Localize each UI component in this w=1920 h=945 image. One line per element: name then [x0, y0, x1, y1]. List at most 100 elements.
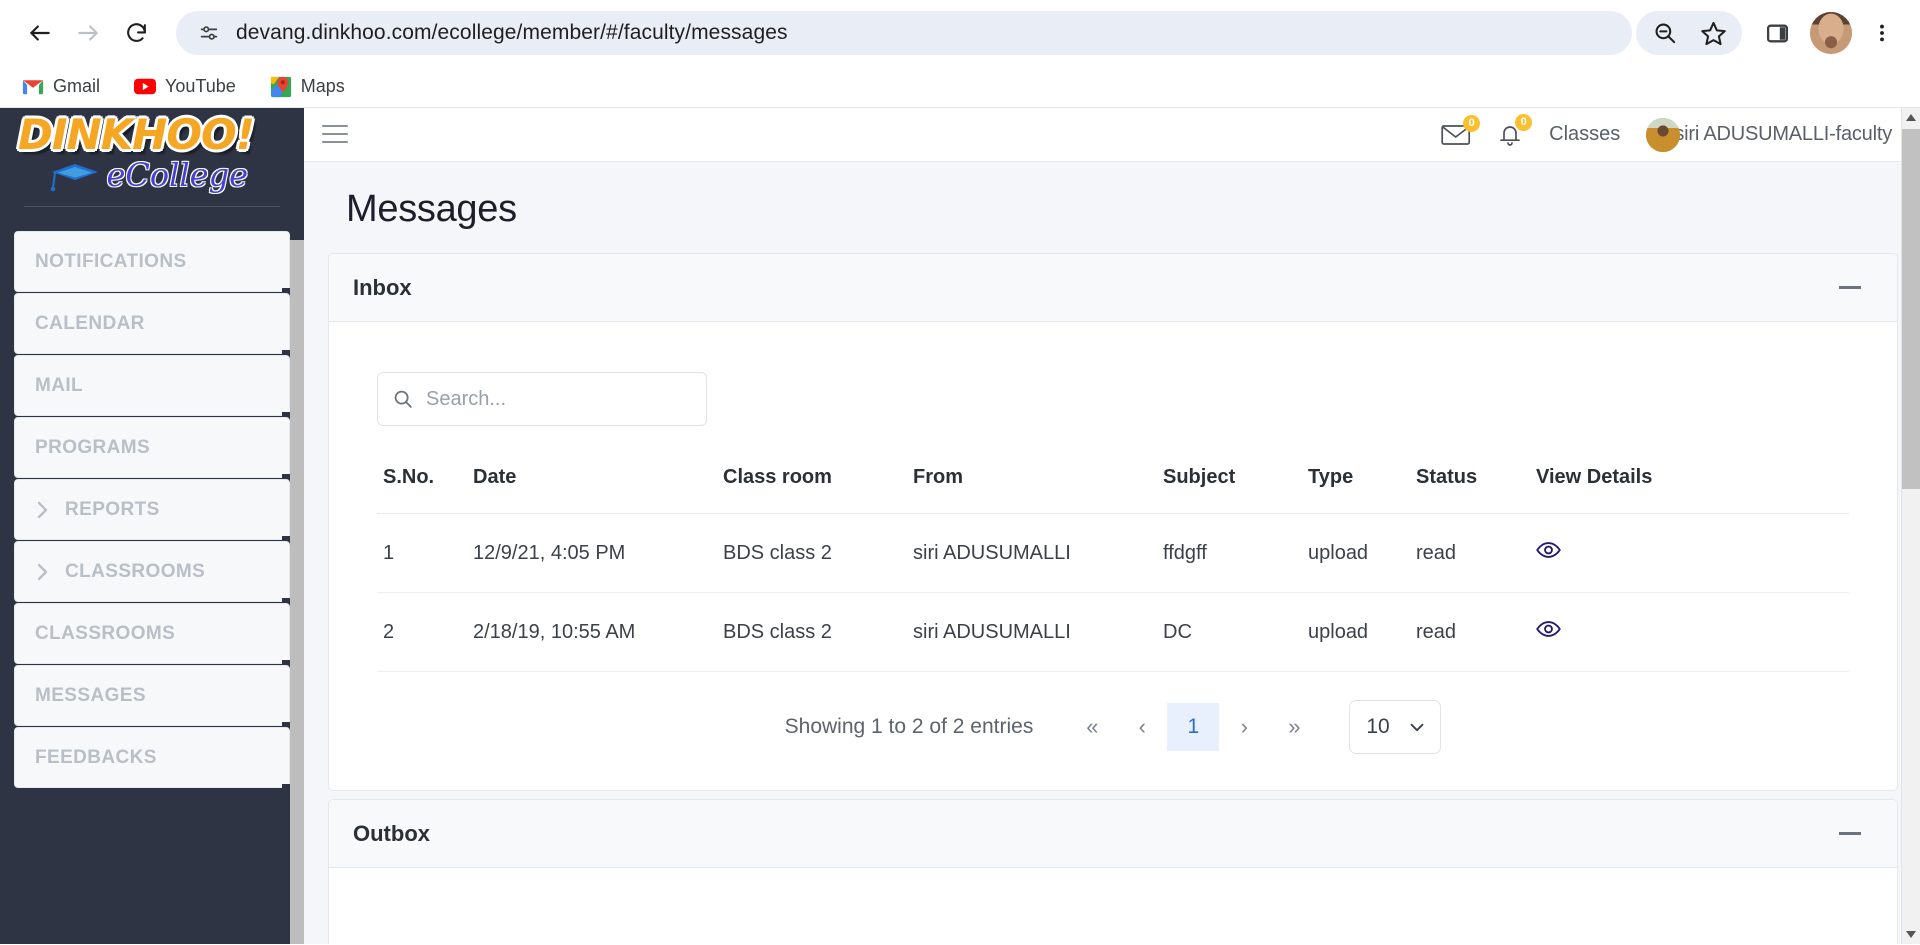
- app-header: 0 0 Classes siri ADUSUMALLI-faculty: [304, 108, 1920, 162]
- user-menu[interactable]: siri ADUSUMALLI-faculty: [1646, 117, 1892, 152]
- url-text: devang.dinkhoo.com/ecollege/member/#/fac…: [236, 21, 788, 44]
- inbox-collapse-button[interactable]: [1837, 275, 1863, 301]
- outbox-title: Outbox: [353, 820, 430, 846]
- cell-classroom: BDS class 2: [717, 513, 907, 593]
- sidebar-item-label: MAIL: [35, 374, 84, 396]
- bookmark-maps[interactable]: Maps: [264, 73, 351, 101]
- sidebar: DINKHOO! eCollege NOTIFICATIONS CALENDAR: [0, 108, 304, 944]
- reload-button[interactable]: [114, 11, 158, 55]
- column-header-from[interactable]: From: [907, 452, 1157, 514]
- pagination-first-button[interactable]: «: [1067, 703, 1117, 751]
- bookmark-gmail[interactable]: Gmail: [16, 73, 106, 101]
- pagination-info: Showing 1 to 2 of 2 entries: [784, 715, 1034, 738]
- sidebar-item-calendar[interactable]: CALENDAR: [14, 293, 295, 356]
- pagination-next-button[interactable]: ›: [1219, 703, 1269, 751]
- youtube-icon: [134, 76, 157, 98]
- page-scroll-area: Messages Inbox Search... S.No. Date Clas…: [304, 162, 1920, 944]
- classes-link[interactable]: Classes: [1549, 123, 1620, 146]
- inbox-table: S.No. Date Class room From Subject Type …: [377, 452, 1849, 672]
- brand-logo-area[interactable]: DINKHOO! eCollege: [0, 108, 304, 221]
- page-size-value: 10: [1366, 715, 1390, 738]
- avatar: [1646, 117, 1681, 152]
- graduation-cap-icon: [51, 164, 99, 192]
- view-details-button[interactable]: [1536, 540, 1561, 560]
- sidebar-item-mail[interactable]: MAIL: [14, 355, 295, 418]
- messages-icon-button[interactable]: 0: [1441, 114, 1481, 147]
- sidebar-item-label: REPORTS: [65, 498, 160, 520]
- page-title: Messages: [346, 188, 517, 230]
- chevron-down-icon: [1410, 723, 1424, 732]
- page-scrollbar[interactable]: [1901, 108, 1920, 944]
- sidebar-item-messages[interactable]: MESSAGES: [14, 665, 295, 728]
- sidebar-item-classrooms-expandable[interactable]: CLASSROOMS: [14, 541, 295, 604]
- column-header-type[interactable]: Type: [1302, 452, 1410, 514]
- zoom-out-button[interactable]: [1642, 11, 1688, 55]
- sidebar-item-notifications[interactable]: NOTIFICATIONS: [14, 231, 295, 294]
- address-bar[interactable]: devang.dinkhoo.com/ecollege/member/#/fac…: [176, 11, 1632, 55]
- view-details-button[interactable]: [1536, 619, 1561, 639]
- table-row[interactable]: 1 12/9/21, 4:05 PM BDS class 2 siri ADUS…: [377, 513, 1849, 593]
- back-button[interactable]: [18, 11, 62, 55]
- table-row[interactable]: 2 2/18/19, 10:55 AM BDS class 2 siri ADU…: [377, 592, 1849, 672]
- search-box[interactable]: [377, 372, 707, 426]
- forward-arrow-icon: [78, 25, 98, 41]
- page-size-select[interactable]: 10: [1349, 700, 1442, 754]
- star-icon: [1700, 21, 1726, 45]
- sidebar-item-programs[interactable]: PROGRAMS: [14, 417, 295, 480]
- site-settings-icon[interactable]: [192, 16, 226, 50]
- sidebar-item-classrooms[interactable]: CLASSROOMS: [14, 603, 295, 666]
- inbox-title: Inbox: [353, 274, 412, 300]
- notifications-icon-button[interactable]: 0: [1497, 113, 1533, 148]
- column-header-view-details[interactable]: View Details: [1530, 452, 1849, 514]
- cell-status: read: [1410, 513, 1530, 593]
- sidebar-item-feedbacks[interactable]: FEEDBACKS: [14, 727, 295, 790]
- brand-subtitle-area: eCollege: [10, 158, 294, 192]
- cell-subject: ffdgff: [1157, 513, 1302, 593]
- bookmark-button[interactable]: [1690, 11, 1736, 55]
- messages-badge: 0: [1463, 114, 1481, 132]
- browser-menu-button[interactable]: [1862, 11, 1902, 55]
- cell-sno: 2: [377, 592, 467, 672]
- inbox-table-head: S.No. Date Class room From Subject Type …: [377, 452, 1849, 514]
- cell-view-details: [1530, 592, 1849, 672]
- column-header-classroom[interactable]: Class room: [717, 452, 907, 514]
- column-header-subject[interactable]: Subject: [1157, 452, 1302, 514]
- search-input[interactable]: [426, 387, 692, 411]
- sidebar-scrollbar[interactable]: [290, 240, 304, 944]
- scroll-down-button[interactable]: [1902, 925, 1920, 944]
- search-icon: [394, 390, 412, 408]
- chevron-down-icon: [1906, 931, 1916, 938]
- column-header-status[interactable]: Status: [1410, 452, 1530, 514]
- scroll-up-button[interactable]: [1902, 108, 1920, 127]
- sidebar-item-label: PROGRAMS: [35, 436, 151, 458]
- profile-avatar[interactable]: [1810, 12, 1852, 54]
- column-header-sno[interactable]: S.No.: [377, 452, 467, 514]
- zoom-out-icon: [1655, 23, 1676, 44]
- sidebar-item-label: CALENDAR: [35, 312, 145, 334]
- cell-view-details: [1530, 513, 1849, 593]
- side-panel-icon: [1766, 24, 1788, 42]
- chevron-right-icon: [35, 561, 51, 583]
- cell-subject: DC: [1157, 592, 1302, 672]
- hamburger-menu-icon[interactable]: [322, 124, 348, 143]
- pagination-last-button[interactable]: »: [1269, 703, 1319, 751]
- bookmark-youtube[interactable]: YouTube: [128, 73, 242, 101]
- omnibox-actions: [1636, 11, 1742, 55]
- sidebar-item-label: CLASSROOMS: [65, 560, 206, 582]
- side-panel-button[interactable]: [1754, 11, 1800, 55]
- scrollbar-thumb[interactable]: [1902, 129, 1920, 489]
- chevron-up-icon: [1906, 114, 1916, 121]
- bookmark-label: Gmail: [53, 76, 101, 96]
- search-row: [377, 352, 1849, 452]
- outbox-collapse-button[interactable]: [1837, 821, 1863, 847]
- forward-button[interactable]: [66, 11, 110, 55]
- sidebar-item-reports[interactable]: REPORTS: [14, 479, 295, 542]
- sidebar-item-label: FEEDBACKS: [35, 746, 157, 768]
- pagination-prev-button[interactable]: ‹: [1117, 703, 1167, 751]
- inbox-table-body: 1 12/9/21, 4:05 PM BDS class 2 siri ADUS…: [377, 513, 1849, 672]
- pagination-page-1[interactable]: 1: [1167, 703, 1220, 751]
- column-header-date[interactable]: Date: [467, 452, 717, 514]
- cell-from: siri ADUSUMALLI: [907, 513, 1157, 593]
- header-actions: 0 0 Classes siri ADUSUMALLI-faculty: [1441, 113, 1892, 152]
- eye-icon: [1536, 542, 1561, 558]
